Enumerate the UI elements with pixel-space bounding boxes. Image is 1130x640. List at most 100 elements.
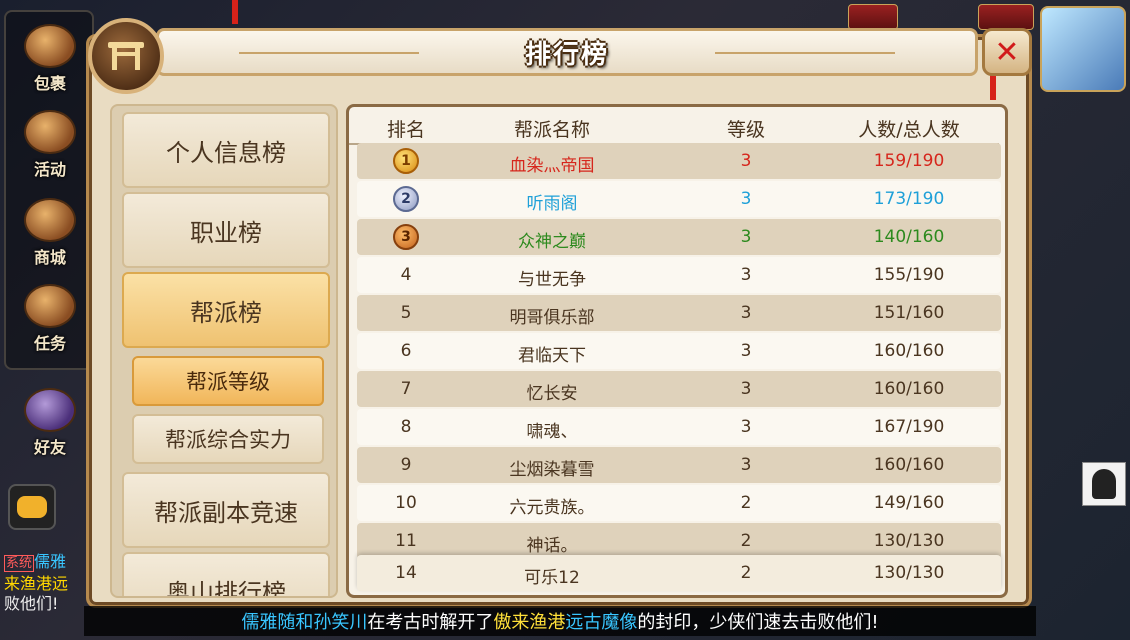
chat-bubble-icon [17,496,47,518]
guild-name-cell: 六元贵族。 [509,498,595,518]
own-guild-row[interactable]: 14 可乐12 2 130/130 [357,555,1001,591]
guild-name-cell: 与世无争 [518,270,586,290]
table-row[interactable]: 2 听雨阁 3 173/190 [357,181,1001,217]
rank-cell: 6 [400,341,412,361]
system-announcement: 儒雅随和孙笑川 在考古时解开了 傲来渔港 远古魔像 的封印，少侠们速去击败他们! [84,606,1036,636]
header-guild-name: 帮派名称 [513,119,591,141]
level-cell: 3 [740,341,752,361]
rank-medal-icon: 2 [393,186,419,212]
guild-name-cell: 明哥俱乐部 [509,308,595,328]
header-level: 等级 [726,119,766,141]
members-cell: 130/130 [873,531,945,551]
tab-personal-info[interactable]: 个人信息榜 [122,112,330,188]
close-button[interactable]: ✕ [982,28,1032,76]
level-cell: 3 [740,455,752,475]
guild-name-cell: 尘烟染暮雪 [509,460,595,480]
shop-label: 商城 [33,248,66,267]
members-cell: 160/160 [873,341,945,361]
table-header: 排名 帮派名称 等级 人数/总人数 [349,111,999,145]
table-row[interactable]: 8 啸魂、 3 167/190 [357,409,1001,445]
members-cell: 149/160 [873,493,945,513]
members-cell: 167/190 [873,417,945,437]
level-cell: 3 [740,303,752,323]
members-cell: 160/160 [873,455,945,475]
members-cell: 173/190 [873,189,945,209]
title-bar: 排行榜 [156,28,978,76]
level-cell: 3 [740,151,752,171]
rank-cell: 9 [400,455,412,475]
rank-cell: 5 [400,303,412,323]
shop-icon [24,198,76,242]
chat-log: 系统 儒雅 来渔港远 败他们! [4,552,90,612]
bag-label: 包裹 [33,74,66,93]
tab-profession[interactable]: 职业榜 [122,192,330,268]
guild-name-cell: 神话。 [526,536,578,556]
guild-name-cell: 众神之巅 [518,232,586,252]
chat-button[interactable] [8,484,56,530]
window-title: 排行榜 [524,39,609,70]
level-cell: 3 [740,265,752,285]
horn-icon [24,110,76,154]
activity-button[interactable]: 活动 [10,110,90,180]
quest-label: 任务 [33,334,66,353]
ranking-table: 排名 帮派名称 等级 人数/总人数 1 血染灬帝国 3 159/190 2 听雨阁 3 173… [346,104,1008,598]
rank-cell: 7 [400,379,412,399]
rank-medal-icon: 3 [393,224,419,250]
ranking-emblem [88,18,164,94]
header-members: 人数/总人数 [858,119,960,141]
members-cell: 151/160 [873,303,945,323]
table-row[interactable]: 6 君临天下 3 160/160 [357,333,1001,369]
top-status-bar [848,4,898,30]
friends-button[interactable]: 好友 [10,388,90,458]
level-cell: 2 [740,493,752,513]
table-row[interactable]: 5 明哥俱乐部 3 151/160 [357,295,1001,331]
table-row[interactable]: 11 神话。 2 130/130 [357,523,1001,559]
rank-cell: 11 [395,531,417,551]
rank-cell: 10 [395,493,417,513]
guild-name-cell: 可乐12 [524,568,580,588]
table-row[interactable]: 1 血染灬帝国 3 159/190 [357,143,1001,179]
character-icon [1092,469,1116,499]
level-cell: 3 [740,417,752,437]
members-cell: 140/160 [873,227,945,247]
close-icon: ✕ [994,34,1020,70]
table-row[interactable]: 4 与世无争 3 155/190 [357,257,1001,293]
subtab-guild-power[interactable]: 帮派综合实力 [132,414,324,464]
members-cell: 155/190 [873,265,945,285]
player-portrait[interactable] [1040,6,1126,92]
members-cell: 159/190 [873,151,945,171]
chat-line: 系统 儒雅 [4,552,67,572]
subtab-guild-level[interactable]: 帮派等级 [132,356,324,406]
guild-name-cell: 血染灬帝国 [509,156,595,176]
rank-cell: 8 [400,417,412,437]
friends-label: 好友 [33,438,66,457]
npc-avatar[interactable] [1082,462,1126,506]
level-cell: 2 [740,531,752,551]
guild-name-cell: 啸魂、 [526,422,578,442]
rank-cell: 14 [395,563,417,583]
quest-button[interactable]: 任务 [10,284,90,354]
guild-name-cell: 听雨阁 [526,194,578,214]
podium-icon [108,42,144,70]
rank-cell: 4 [400,265,412,285]
table-row[interactable]: 7 忆长安 3 160/160 [357,371,1001,407]
system-tag: 系统 [4,555,35,572]
level-cell: 3 [740,227,752,247]
shop-button[interactable]: 商城 [10,198,90,268]
chat-line: 败他们! [4,594,59,612]
chat-line: 来渔港远 [4,574,69,593]
top-status-bar [978,4,1034,30]
table-row[interactable]: 10 六元贵族。 2 149/160 [357,485,1001,521]
table-row[interactable]: 9 尘烟染暮雪 3 160/160 [357,447,1001,483]
bag-icon [24,24,76,68]
guild-name-cell: 君临天下 [518,346,586,366]
tab-guild-dungeon-speed[interactable]: 帮派副本竞速 [122,472,330,548]
level-cell: 3 [740,189,752,209]
rank-medal-icon: 1 [393,148,419,174]
members-cell: 160/160 [873,379,945,399]
guild-name-cell: 忆长安 [526,384,578,404]
bag-button[interactable]: 包裹 [10,24,90,94]
tab-guild[interactable]: 帮派榜 [122,272,330,348]
tab-aoshan-ranking[interactable]: 奥山排行榜 [122,552,330,596]
table-row[interactable]: 3 众神之巅 3 140/160 [357,219,1001,255]
